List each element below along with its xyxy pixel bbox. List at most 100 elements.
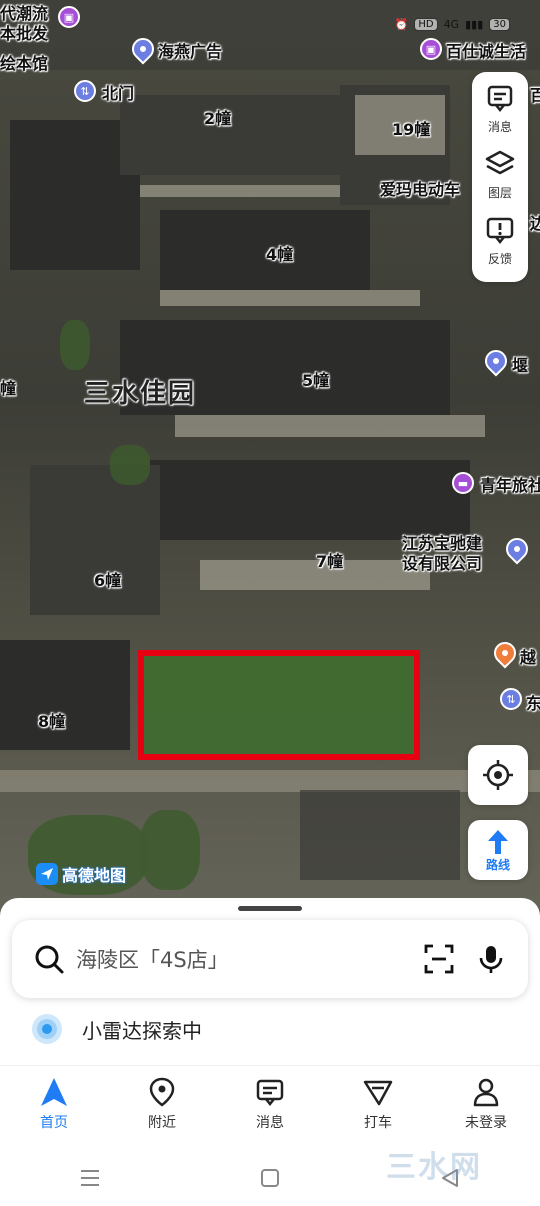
- alarm-icon: ⏰: [394, 18, 409, 31]
- user-icon: [473, 1078, 499, 1107]
- highlight-box: [138, 650, 420, 760]
- map-block: [300, 790, 460, 880]
- amap-logo-icon: [36, 863, 58, 885]
- tab-taxi[interactable]: 打车: [324, 1072, 432, 1142]
- map-logo-text: 高德地图: [62, 866, 127, 885]
- gate-icon[interactable]: ⇅: [74, 80, 96, 102]
- poi-label[interactable]: 爱玛电动车: [380, 176, 460, 200]
- location-pin-icon[interactable]: [480, 345, 512, 377]
- tab-nearby[interactable]: 附近: [108, 1072, 216, 1142]
- poi-label[interactable]: 设有限公司: [402, 550, 482, 574]
- building-label: 幢: [0, 379, 17, 398]
- gate-icon[interactable]: ⇅: [500, 688, 522, 710]
- building-label: 19幢: [392, 120, 431, 139]
- poi-label[interactable]: 越: [520, 644, 536, 668]
- tab-label: 附近: [148, 1115, 176, 1131]
- status-bar: ⏰ HD 4G ▮▮▮ 30: [395, 18, 510, 31]
- sheet-drag-handle[interactable]: [238, 906, 302, 911]
- map-block: [160, 210, 370, 290]
- building-label: 5幢: [302, 371, 330, 390]
- map-trees: [60, 320, 90, 370]
- divider: [0, 1065, 540, 1066]
- tab-label: 未登录: [465, 1115, 507, 1131]
- site-watermark: 三水网: [386, 1150, 482, 1185]
- pin-icon: [149, 1077, 175, 1107]
- map-block: [140, 185, 340, 197]
- tool-messages-button[interactable]: 消息: [482, 80, 518, 146]
- tab-messages[interactable]: 消息: [216, 1072, 324, 1142]
- signal-icon: ▮▮▮: [465, 18, 484, 31]
- hd-indicator: HD: [414, 18, 438, 31]
- message-icon: [487, 85, 513, 113]
- search-bar[interactable]: 海陵区「4S店」: [12, 920, 528, 998]
- building-label: 7幢: [316, 552, 344, 571]
- bottom-tab-bar: 首页 附近 消息 打车 未登录: [0, 1072, 540, 1142]
- green-plot: [144, 656, 414, 754]
- map-block: [175, 415, 485, 437]
- tab-home[interactable]: 首页: [0, 1072, 108, 1142]
- network-indicator: 4G: [443, 18, 460, 31]
- microphone-icon: [479, 946, 503, 973]
- shop-icon[interactable]: ▣: [58, 6, 80, 28]
- feedback-icon: [486, 217, 514, 245]
- building-label: 4幢: [266, 245, 294, 264]
- building-label: 6幢: [94, 571, 122, 590]
- food-pin-icon[interactable]: [489, 637, 521, 669]
- map-view[interactable]: 代潮流 本批发 ▣ 绘本馆 海燕广告 ⇅ 北门 ▣ 百仕诚生活 2幢 19幢 爱…: [0, 0, 540, 990]
- locate-me-button[interactable]: [468, 745, 528, 805]
- hotel-icon[interactable]: ▬: [452, 472, 474, 494]
- map-road: [0, 770, 540, 792]
- tab-label: 打车: [364, 1115, 392, 1131]
- search-placeholder[interactable]: 海陵区「4S店」: [76, 944, 404, 974]
- map-tools-panel: 消息 图层 反馈: [472, 72, 528, 282]
- poi-label: 本批发: [0, 24, 49, 43]
- message-icon: [256, 1079, 284, 1107]
- poi-label[interactable]: 边: [530, 210, 540, 234]
- tool-label: 反馈: [487, 252, 512, 266]
- battery-indicator: 30: [489, 18, 510, 31]
- poi-label[interactable]: 海燕广告: [158, 38, 222, 62]
- map-block: [0, 640, 130, 750]
- voice-button[interactable]: [474, 942, 508, 976]
- map-block: [200, 560, 430, 590]
- map-block: [160, 290, 420, 306]
- poi-label[interactable]: 百仕诚生活: [446, 38, 526, 62]
- route-button[interactable]: 路线: [468, 820, 528, 880]
- menu-nav-button[interactable]: [70, 1158, 110, 1198]
- poi-label[interactable]: 东: [526, 690, 540, 714]
- scan-icon: [424, 944, 454, 974]
- building-label: 8幢: [38, 712, 66, 731]
- shop-icon[interactable]: ▣: [420, 38, 442, 60]
- route-label: 路线: [485, 857, 510, 872]
- route-arrow-icon: [488, 829, 508, 854]
- scan-button[interactable]: [422, 942, 456, 976]
- tool-layers-button[interactable]: 图层: [482, 146, 518, 212]
- tab-profile[interactable]: 未登录: [432, 1072, 540, 1142]
- tool-label: 图层: [487, 186, 512, 200]
- tool-feedback-button[interactable]: 反馈: [482, 212, 518, 278]
- map-trees: [140, 810, 200, 890]
- poi-label[interactable]: 堰: [512, 352, 528, 376]
- area-name[interactable]: 三水佳园: [84, 373, 196, 410]
- search-icon: [35, 945, 64, 974]
- taxi-icon: [363, 1080, 393, 1106]
- menu-icon: [81, 1170, 99, 1186]
- poi-label[interactable]: 百: [530, 82, 540, 106]
- map-trees: [110, 445, 150, 485]
- crosshair-icon: [483, 760, 513, 790]
- home-square-icon: [261, 1169, 279, 1187]
- building-label: 2幢: [204, 109, 232, 128]
- radar-icon: [32, 1014, 62, 1044]
- tab-label: 消息: [256, 1115, 284, 1131]
- tab-label: 首页: [40, 1115, 68, 1131]
- home-arrow-icon: [41, 1078, 67, 1106]
- poi-label[interactable]: 青年旅社: [480, 472, 540, 496]
- home-nav-button[interactable]: [250, 1158, 290, 1198]
- map-block: [30, 465, 160, 615]
- map-block: [150, 460, 470, 540]
- radar-status[interactable]: 小雷达探索中: [30, 1012, 202, 1046]
- map-provider-logo: 高德地图: [36, 862, 126, 886]
- location-pin-icon[interactable]: [501, 533, 533, 565]
- poi-label[interactable]: 绘本馆: [0, 50, 48, 74]
- poi-label[interactable]: 北门: [102, 80, 134, 104]
